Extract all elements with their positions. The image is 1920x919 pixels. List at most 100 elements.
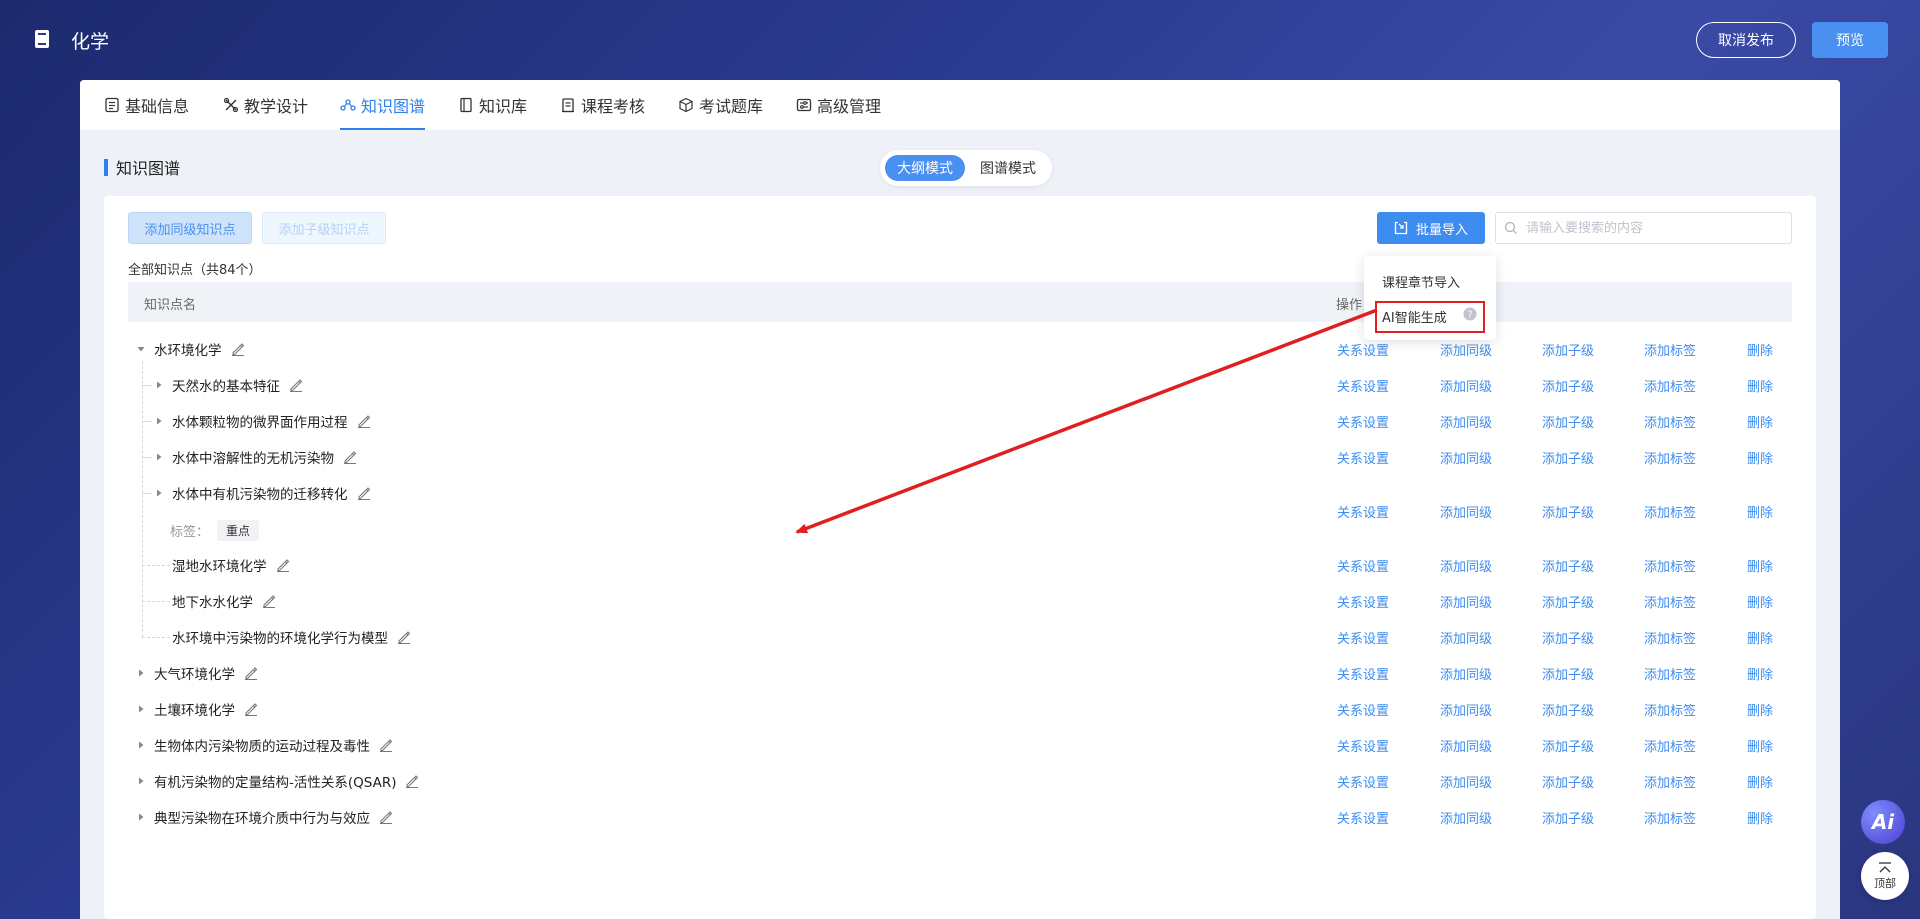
row-op-link[interactable]: 添加同级 — [1440, 700, 1492, 719]
tab-knowledge-graph[interactable]: 知识图谱 — [340, 80, 426, 130]
tab-advanced-management[interactable]: 高级管理 — [796, 80, 881, 130]
ai-assistant-button[interactable]: Ai — [1861, 800, 1905, 844]
caret-right-icon[interactable] — [154, 416, 164, 426]
tree-node[interactable]: 典型污染物在环境介质中行为与效应 — [136, 807, 393, 827]
row-op-link[interactable]: 添加同级 — [1440, 502, 1492, 521]
tab-knowledge-base[interactable]: 知识库 — [458, 80, 527, 130]
row-op-link[interactable]: 添加子级 — [1542, 628, 1594, 647]
row-op-link[interactable]: 关系设置 — [1337, 502, 1389, 521]
row-op-link[interactable]: 添加标签 — [1644, 808, 1696, 827]
row-op-link[interactable]: 添加同级 — [1440, 736, 1492, 755]
row-op-link[interactable]: 添加标签 — [1644, 340, 1696, 359]
row-op-link[interactable]: 删除 — [1747, 592, 1773, 611]
row-op-link[interactable]: 删除 — [1747, 556, 1773, 575]
row-op-link[interactable]: 关系设置 — [1337, 628, 1389, 647]
row-op-link[interactable]: 删除 — [1747, 412, 1773, 431]
edit-pencil-icon[interactable] — [343, 450, 357, 464]
row-op-link[interactable]: 添加标签 — [1644, 502, 1696, 521]
tree-node[interactable]: 水环境化学 — [136, 339, 245, 359]
row-op-link[interactable]: 删除 — [1747, 700, 1773, 719]
row-op-link[interactable]: 添加同级 — [1440, 808, 1492, 827]
row-op-link[interactable]: 添加子级 — [1542, 412, 1594, 431]
row-op-link[interactable]: 关系设置 — [1337, 808, 1389, 827]
caret-right-icon[interactable] — [136, 704, 146, 714]
batch-import-button[interactable]: 批量导入 — [1377, 212, 1485, 244]
row-op-link[interactable]: 关系设置 — [1337, 412, 1389, 431]
row-op-link[interactable]: 删除 — [1747, 772, 1773, 791]
edit-pencil-icon[interactable] — [379, 810, 393, 824]
row-op-link[interactable]: 添加子级 — [1542, 592, 1594, 611]
search-input[interactable] — [1526, 220, 1766, 236]
outline-mode-button[interactable]: 大纲模式 — [885, 155, 965, 181]
edit-pencil-icon[interactable] — [244, 666, 258, 680]
edit-pencil-icon[interactable] — [357, 414, 371, 428]
row-op-link[interactable]: 添加同级 — [1440, 412, 1492, 431]
row-op-link[interactable]: 添加子级 — [1542, 502, 1594, 521]
tree-node[interactable]: 大气环境化学 — [136, 663, 258, 683]
row-op-link[interactable]: 添加子级 — [1542, 736, 1594, 755]
row-op-link[interactable]: 关系设置 — [1337, 340, 1389, 359]
row-op-link[interactable]: 删除 — [1747, 340, 1773, 359]
row-op-link[interactable]: 添加子级 — [1542, 340, 1594, 359]
row-op-link[interactable]: 添加子级 — [1542, 700, 1594, 719]
edit-pencil-icon[interactable] — [262, 594, 276, 608]
caret-right-icon[interactable] — [136, 776, 146, 786]
tree-node[interactable]: 生物体内污染物质的运动过程及毒性 — [136, 735, 393, 755]
row-op-link[interactable]: 添加同级 — [1440, 340, 1492, 359]
edit-pencil-icon[interactable] — [379, 738, 393, 752]
row-op-link[interactable]: 删除 — [1747, 448, 1773, 467]
tag-chip[interactable]: 重点 — [217, 520, 260, 541]
add-sibling-knowledge-button[interactable]: 添加同级知识点 — [128, 212, 252, 244]
row-op-link[interactable]: 添加标签 — [1644, 376, 1696, 395]
row-op-link[interactable]: 添加标签 — [1644, 664, 1696, 683]
row-op-link[interactable]: 添加标签 — [1644, 700, 1696, 719]
row-op-link[interactable]: 关系设置 — [1337, 700, 1389, 719]
caret-right-icon[interactable] — [136, 812, 146, 822]
tree-node[interactable]: 地下水水化学 — [154, 591, 276, 611]
row-op-link[interactable]: 添加子级 — [1542, 376, 1594, 395]
tree-node[interactable]: 水体颗粒物的微界面作用过程 — [154, 411, 371, 431]
row-op-link[interactable]: 添加子级 — [1542, 808, 1594, 827]
edit-pencil-icon[interactable] — [231, 342, 245, 356]
add-child-knowledge-button[interactable]: 添加子级知识点 — [262, 212, 386, 244]
edit-pencil-icon[interactable] — [276, 558, 290, 572]
caret-right-icon[interactable] — [154, 488, 164, 498]
row-op-link[interactable]: 删除 — [1747, 628, 1773, 647]
tab-exam-bank[interactable]: 考试题库 — [678, 80, 763, 130]
row-op-link[interactable]: 删除 — [1747, 808, 1773, 827]
row-op-link[interactable]: 添加同级 — [1440, 376, 1492, 395]
row-op-link[interactable]: 添加同级 — [1440, 772, 1492, 791]
dropdown-item-chapter-import[interactable]: 课程章节导入 — [1382, 272, 1460, 291]
back-to-top-button[interactable]: 顶部 — [1861, 852, 1909, 900]
row-op-link[interactable]: 关系设置 — [1337, 556, 1389, 575]
tab-teaching-design[interactable]: 教学设计 — [223, 80, 308, 130]
row-op-link[interactable]: 添加标签 — [1644, 628, 1696, 647]
row-op-link[interactable]: 删除 — [1747, 736, 1773, 755]
caret-right-icon[interactable] — [154, 380, 164, 390]
edit-pencil-icon[interactable] — [405, 774, 419, 788]
tree-node[interactable]: 水体中有机污染物的迁移转化 — [154, 483, 371, 503]
row-op-link[interactable]: 添加同级 — [1440, 556, 1492, 575]
edit-pencil-icon[interactable] — [357, 486, 371, 500]
tree-node[interactable]: 水体中溶解性的无机污染物 — [154, 447, 357, 467]
tree-node[interactable]: 天然水的基本特征 — [154, 375, 303, 395]
row-op-link[interactable]: 关系设置 — [1337, 664, 1389, 683]
row-op-link[interactable]: 关系设置 — [1337, 592, 1389, 611]
edit-pencil-icon[interactable] — [289, 378, 303, 392]
row-op-link[interactable]: 删除 — [1747, 502, 1773, 521]
edit-pencil-icon[interactable] — [397, 630, 411, 644]
row-op-link[interactable]: 添加标签 — [1644, 556, 1696, 575]
row-op-link[interactable]: 添加标签 — [1644, 592, 1696, 611]
tab-basic-info[interactable]: 基础信息 — [104, 80, 189, 130]
row-op-link[interactable]: 删除 — [1747, 664, 1773, 683]
preview-button[interactable]: 预览 — [1812, 22, 1888, 58]
row-op-link[interactable]: 添加子级 — [1542, 772, 1594, 791]
caret-down-icon[interactable] — [136, 344, 146, 354]
row-op-link[interactable]: 添加子级 — [1542, 664, 1594, 683]
tree-node[interactable]: 有机污染物的定量结构-活性关系(QSAR) — [136, 771, 419, 791]
row-op-link[interactable]: 添加同级 — [1440, 448, 1492, 467]
row-op-link[interactable]: 添加标签 — [1644, 772, 1696, 791]
caret-right-icon[interactable] — [154, 452, 164, 462]
row-op-link[interactable]: 添加标签 — [1644, 448, 1696, 467]
row-op-link[interactable]: 删除 — [1747, 376, 1773, 395]
